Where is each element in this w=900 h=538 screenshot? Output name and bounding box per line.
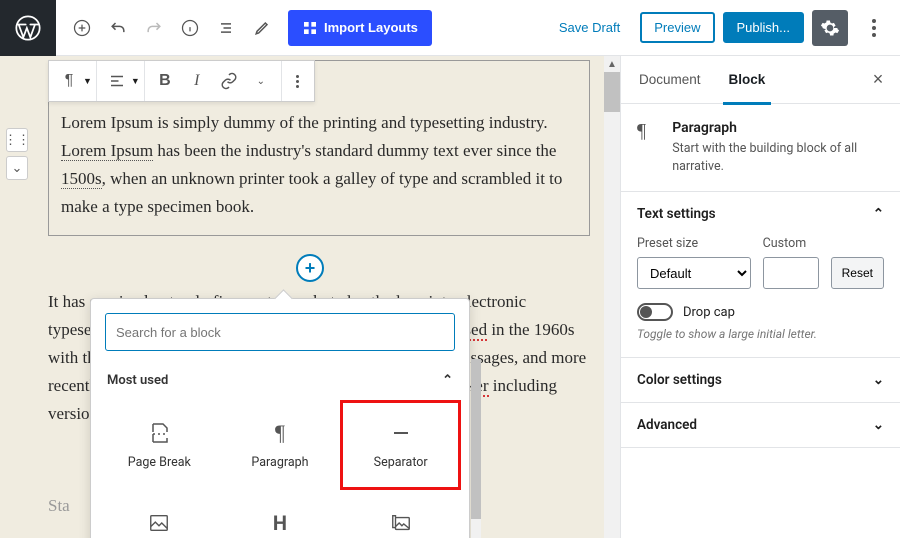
inserter-section-header[interactable]: Most used ⌃ (91, 365, 469, 396)
panel-color-settings[interactable]: Color settings ⌄ (621, 358, 900, 402)
inserter-item-label: Paragraph (251, 455, 308, 470)
inserter-item-gallery[interactable]: Gallery (340, 490, 461, 538)
inserter-item-label: Separator (374, 455, 428, 470)
block-inserter-popover: Most used ⌃ Page Break ¶ Paragraph Separ… (90, 298, 470, 538)
image-icon (147, 511, 171, 535)
empty-paragraph-placeholder[interactable]: Sta (48, 496, 70, 516)
info-icon[interactable] (172, 10, 208, 46)
most-used-label: Most used (107, 373, 168, 388)
custom-size-input[interactable] (763, 257, 819, 289)
panel-advanced[interactable]: Advanced ⌄ (621, 403, 900, 447)
more-format-caret[interactable]: ⌄ (245, 63, 277, 99)
move-down-icon[interactable]: ⌄ (6, 156, 28, 180)
chevron-up-icon: ⌃ (873, 206, 884, 222)
separator-icon (389, 421, 413, 445)
import-layouts-label: Import Layouts (324, 20, 418, 35)
redo-icon[interactable] (136, 10, 172, 46)
edit-icon[interactable] (244, 10, 280, 46)
settings-icon[interactable] (812, 10, 848, 46)
link-icon[interactable] (213, 63, 245, 99)
drop-cap-toggle[interactable] (637, 303, 673, 321)
chevron-down-icon: ⌄ (873, 417, 884, 433)
save-draft-button[interactable]: Save Draft (547, 12, 632, 43)
gallery-icon (389, 511, 413, 535)
inserter-item-heading[interactable]: H Heading (220, 490, 341, 538)
inserter-item-paragraph[interactable]: ¶ Paragraph (220, 400, 341, 490)
wp-logo[interactable] (0, 0, 56, 56)
block-description: Start with the building block of all nar… (672, 140, 884, 175)
paragraph-icon: ¶ (268, 421, 292, 445)
outline-icon[interactable] (208, 10, 244, 46)
undo-icon[interactable] (100, 10, 136, 46)
block-type-caret[interactable]: ▼ (83, 76, 92, 87)
tab-document[interactable]: Document (625, 56, 715, 104)
chevron-down-icon: ⌄ (873, 372, 884, 388)
close-icon[interactable]: × (860, 62, 896, 98)
panel-text-settings[interactable]: Text settings ⌃ (621, 192, 900, 236)
search-input[interactable] (105, 313, 455, 351)
publish-button[interactable]: Publish... (723, 12, 804, 43)
preview-button[interactable]: Preview (640, 12, 714, 43)
editor-canvas: ▲ ⋮⋮ ⌄ ¶ ▼ ▼ B I ⌄ Lorem Ip (0, 56, 620, 538)
block-name: Paragraph (672, 120, 884, 136)
custom-size-label: Custom (763, 236, 819, 251)
settings-sidebar: Document Block × ¶ Paragraph Start with … (620, 56, 900, 538)
block-toolbar: ¶ ▼ ▼ B I ⌄ (48, 60, 315, 102)
panel-title: Color settings (637, 372, 722, 388)
block-type-icon[interactable]: ¶ (53, 63, 85, 99)
preset-size-label: Preset size (637, 236, 751, 251)
preset-size-select[interactable]: Default (637, 257, 751, 289)
more-menu-icon[interactable] (856, 10, 892, 46)
insert-block-button[interactable]: + (296, 254, 324, 282)
italic-button[interactable]: I (181, 63, 213, 99)
inserter-item-page-break[interactable]: Page Break (99, 400, 220, 490)
inserter-item-image[interactable]: Image (99, 490, 220, 538)
add-block-icon[interactable] (64, 10, 100, 46)
block-more-icon[interactable] (282, 63, 314, 99)
align-icon[interactable] (101, 63, 133, 99)
chevron-up-icon: ⌃ (442, 373, 453, 388)
inserter-item-label: Page Break (128, 455, 191, 470)
inserter-item-separator[interactable]: Separator (340, 400, 461, 490)
panel-title: Advanced (637, 417, 697, 433)
canvas-scrollbar[interactable]: ▲ (604, 56, 620, 538)
reset-button[interactable]: Reset (831, 257, 884, 289)
panel-title: Text settings (637, 206, 716, 222)
drag-handle-icon[interactable]: ⋮⋮ (6, 128, 28, 152)
heading-icon: H (268, 511, 292, 535)
drop-cap-hint: Toggle to show a large initial letter. (637, 327, 884, 341)
import-layouts-button[interactable]: Import Layouts (288, 10, 432, 46)
inserter-scrollbar[interactable] (471, 359, 481, 538)
align-caret[interactable]: ▼ (131, 76, 140, 87)
drop-cap-label: Drop cap (683, 305, 735, 320)
paragraph-icon: ¶ (637, 120, 658, 175)
page-break-icon (147, 421, 171, 445)
top-toolbar: Import Layouts Save Draft Preview Publis… (0, 0, 900, 56)
tab-block[interactable]: Block (715, 56, 780, 104)
bold-button[interactable]: B (149, 63, 181, 99)
